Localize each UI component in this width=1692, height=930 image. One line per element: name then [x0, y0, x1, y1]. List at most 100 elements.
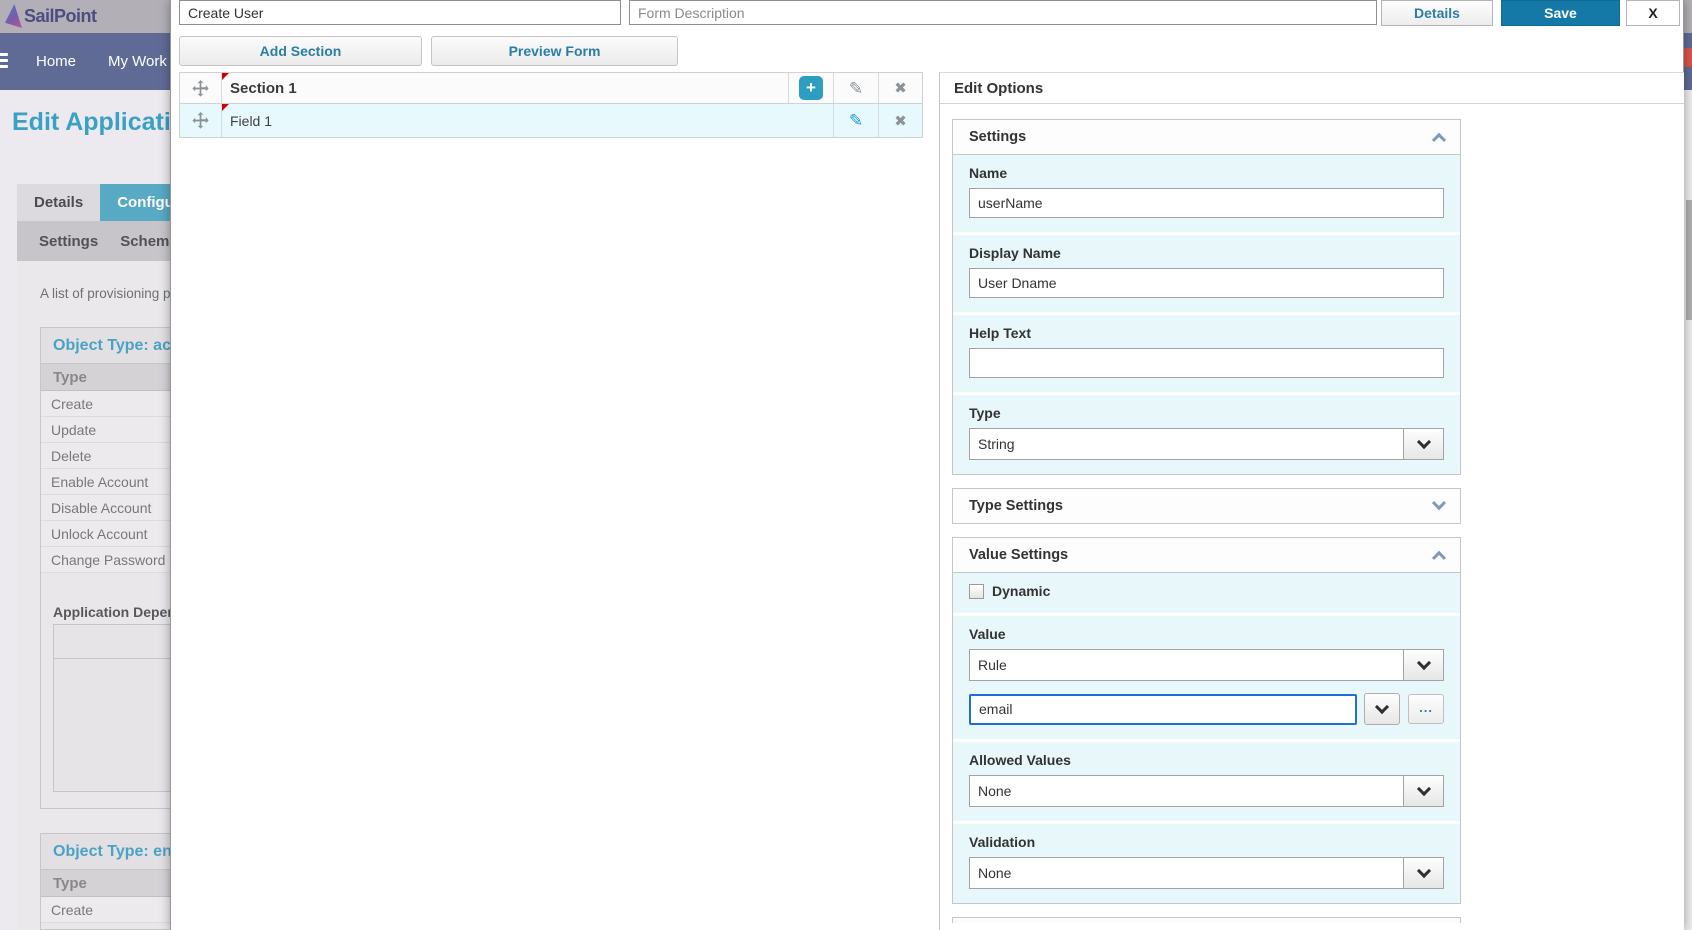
field-drag-handle[interactable]	[180, 104, 222, 137]
subtab-settings[interactable]: Settings	[39, 233, 98, 250]
close-button[interactable]: X	[1626, 0, 1680, 26]
section-title: Section 1	[230, 80, 297, 97]
dynamic-label: Dynamic	[992, 583, 1050, 599]
name-input[interactable]	[969, 188, 1444, 218]
dynamic-group: Dynamic	[953, 573, 1460, 613]
display-name-group: Display Name	[953, 232, 1460, 312]
field-name-cell[interactable]: Field 1	[222, 104, 834, 137]
name-group: Name	[953, 155, 1460, 232]
add-section-button[interactable]: Add Section	[179, 36, 422, 66]
section-row: Section 1 + ✎ ✖	[179, 72, 923, 103]
display-name-input[interactable]	[969, 268, 1444, 298]
sailpoint-logo-text: SailPoint	[24, 6, 97, 27]
rule-ellipsis-button[interactable]: ...	[1408, 694, 1444, 724]
application-dependency-label: Application Depen	[53, 604, 176, 620]
nav-item-home[interactable]: Home	[36, 33, 76, 90]
validation-group: Validation None	[953, 821, 1460, 903]
section-drag-handle[interactable]	[180, 73, 222, 103]
move-icon	[192, 80, 209, 97]
type-settings-accordion-header[interactable]: Type Settings	[953, 489, 1460, 523]
edit-field-cell: ✎	[834, 104, 879, 137]
type-group: Type String	[953, 392, 1460, 474]
value-settings-accordion-header[interactable]: Value Settings	[953, 538, 1460, 572]
edit-section-pencil-icon[interactable]: ✎	[849, 80, 863, 97]
delete-section-icon[interactable]: ✖	[894, 79, 907, 97]
validation-select[interactable]: None	[969, 857, 1444, 889]
help-text-input[interactable]	[969, 348, 1444, 378]
save-button[interactable]: Save	[1501, 0, 1620, 26]
sailpoint-logo: SailPoint	[5, 4, 97, 28]
settings-accordion: Settings Name Display Name Help Text	[952, 119, 1461, 475]
tab-details[interactable]: Details	[17, 184, 100, 221]
allowed-values-select[interactable]: None	[969, 775, 1444, 807]
details-button[interactable]: Details	[1381, 0, 1493, 26]
rule-value-input[interactable]	[969, 694, 1357, 725]
validation-chevron-button[interactable]	[1404, 857, 1444, 889]
allowed-values-select-value[interactable]: None	[969, 775, 1404, 807]
type-settings-accordion-title: Type Settings	[969, 498, 1063, 514]
help-text-group: Help Text	[953, 312, 1460, 392]
form-description-input[interactable]	[629, 0, 1377, 25]
settings-accordion-header[interactable]: Settings	[953, 120, 1460, 154]
next-accordion-partial	[952, 917, 1461, 923]
value-source-select-value[interactable]: Rule	[969, 649, 1404, 681]
value-label: Value	[969, 626, 1444, 642]
nav-item-my-work[interactable]: My Work	[108, 33, 167, 90]
type-select-chevron-button[interactable]	[1404, 428, 1444, 460]
section-name-cell[interactable]: Section 1	[222, 73, 789, 103]
provisioning-description: A list of provisioning p	[40, 286, 171, 301]
value-source-chevron-button[interactable]	[1404, 649, 1444, 681]
form-canvas: Section 1 + ✎ ✖ Field 1 ✎	[179, 72, 923, 138]
edit-section-cell: ✎	[834, 73, 879, 103]
allowed-values-chevron-button[interactable]	[1404, 775, 1444, 807]
delete-field-icon[interactable]: ✖	[894, 112, 907, 130]
sailpoint-sail-icon	[5, 4, 22, 28]
value-group: Value Rule ...	[953, 613, 1460, 739]
value-source-select[interactable]: Rule	[969, 649, 1444, 681]
rule-dropdown-button[interactable]	[1364, 693, 1400, 725]
allowed-values-label: Allowed Values	[969, 752, 1444, 768]
field-row: Field 1 ✎ ✖	[179, 103, 923, 138]
scrollbar-thumb[interactable]	[1686, 200, 1692, 320]
display-name-label: Display Name	[969, 245, 1444, 261]
chevron-down-icon	[1416, 863, 1430, 877]
move-icon	[192, 112, 209, 129]
settings-accordion-body: Name Display Name Help Text Type	[953, 154, 1460, 474]
chevron-down-icon	[1416, 434, 1430, 448]
edit-field-pencil-icon[interactable]: ✎	[849, 112, 863, 129]
edit-options-panel: Edit Options Settings Name Display Name	[939, 72, 1684, 930]
validation-select-value[interactable]: None	[969, 857, 1404, 889]
hamburger-menu-icon[interactable]	[0, 53, 8, 71]
chevron-down-icon	[1432, 496, 1446, 510]
chevron-up-icon	[1432, 133, 1446, 147]
form-editor-dialog: Details Save X Add Section Preview Form …	[170, 0, 1684, 930]
type-settings-accordion: Type Settings	[952, 488, 1461, 524]
delete-field-cell: ✖	[879, 104, 922, 137]
add-field-button[interactable]: +	[799, 76, 823, 100]
chevron-down-icon	[1375, 699, 1389, 713]
edit-options-title: Edit Options	[940, 73, 1684, 104]
type-select-value[interactable]: String	[969, 428, 1404, 460]
delete-section-cell: ✖	[879, 73, 922, 103]
allowed-values-group: Allowed Values None	[953, 739, 1460, 821]
preview-form-button[interactable]: Preview Form	[431, 36, 678, 66]
value-settings-accordion-body: Dynamic Value Rule ...	[953, 572, 1460, 903]
rule-picker-row: ...	[969, 693, 1444, 725]
type-select[interactable]: String	[969, 428, 1444, 460]
form-name-input[interactable]	[179, 0, 621, 25]
field-title: Field 1	[230, 113, 272, 129]
validation-label: Validation	[969, 834, 1444, 850]
help-text-label: Help Text	[969, 325, 1444, 341]
page-scrollbar[interactable]	[1686, 90, 1692, 930]
add-field-cell: +	[789, 73, 834, 103]
settings-accordion-title: Settings	[969, 129, 1026, 145]
dynamic-checkbox[interactable]	[969, 584, 984, 599]
chevron-up-icon	[1432, 551, 1446, 565]
page-title: Edit Applicatio	[12, 108, 186, 137]
edit-options-accordion: Settings Name Display Name Help Text	[952, 119, 1461, 923]
name-label: Name	[969, 165, 1444, 181]
value-settings-accordion: Value Settings Dynamic Value Rule	[952, 537, 1461, 904]
type-label: Type	[969, 405, 1444, 421]
value-settings-accordion-title: Value Settings	[969, 547, 1068, 563]
chevron-down-icon	[1416, 781, 1430, 795]
